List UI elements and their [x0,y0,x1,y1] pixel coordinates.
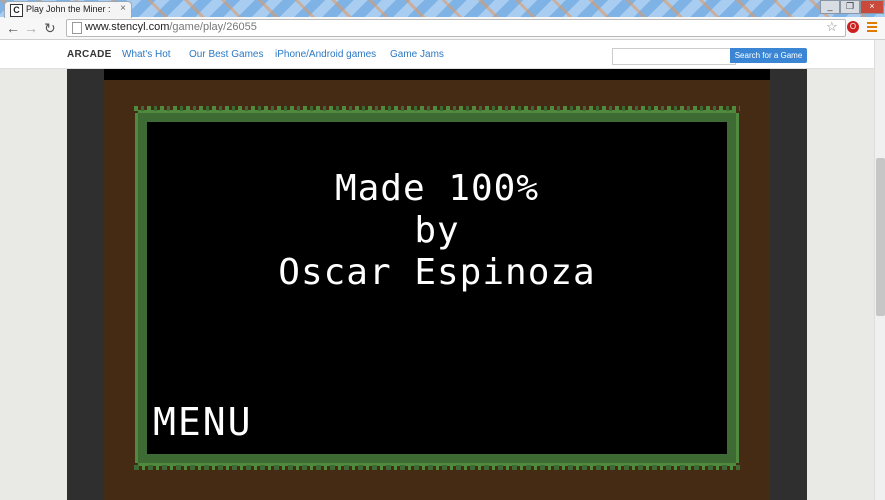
favicon-icon: C [10,4,23,17]
tab-close-icon[interactable]: × [120,3,126,14]
nav-link-best-games[interactable]: Our Best Games [189,49,263,60]
forward-arrow-icon[interactable]: → [24,19,38,37]
page-icon [72,22,82,34]
reload-icon[interactable]: ↻ [44,19,56,37]
search-button[interactable]: Search for a Game [730,48,807,63]
arcade-logo[interactable]: ARCADE [67,49,112,60]
page-scrollbar[interactable] [874,40,885,500]
search-input[interactable] [612,48,736,65]
credits-line-3: Oscar Espinoza [278,252,596,293]
credits-text: Made 100% by Oscar Espinoza [147,168,727,294]
extension-icon[interactable]: O [847,21,859,33]
grass-frame: Made 100% by Oscar Espinoza MENU [134,106,740,470]
window-close-button[interactable]: × [860,0,884,14]
url-path: /game/play/26055 [169,21,257,33]
credits-line-1: Made 100% [334,168,540,209]
url-host: www.stencyl.com [85,21,170,33]
nav-link-game-jams[interactable]: Game Jams [390,49,444,60]
minimize-button[interactable]: _ [820,0,840,14]
back-arrow-icon[interactable]: ← [6,19,20,37]
tab-title: Play John the Miner : Lud... [26,4,112,14]
game-top-band [104,69,770,80]
browser-tab[interactable]: C Play John the Miner : Lud... × [4,1,132,18]
restore-button[interactable]: ❐ [840,0,860,14]
credits-screen: Made 100% by Oscar Espinoza MENU [147,122,727,454]
credits-line-2: by [414,210,460,251]
address-bar[interactable]: www.stencyl.com/game/play/26055 [66,19,846,37]
browser-toolbar: ← → ↻ www.stencyl.com/game/play/26055 [0,17,885,40]
nav-link-whats-hot[interactable]: What's Hot [122,49,171,60]
game-canvas[interactable]: Made 100% by Oscar Espinoza MENU [104,69,770,500]
title-bar [0,0,885,17]
nav-link-iphone-android[interactable]: iPhone/Android games [275,49,376,60]
chrome-menu-icon[interactable] [867,22,877,32]
bookmark-star-icon[interactable]: ☆ [826,19,838,35]
scrollbar-thumb[interactable] [876,158,885,316]
site-navigation: ARCADE What's Hot Our Best Games iPhone/… [0,40,885,69]
menu-button[interactable]: MENU [153,402,253,442]
